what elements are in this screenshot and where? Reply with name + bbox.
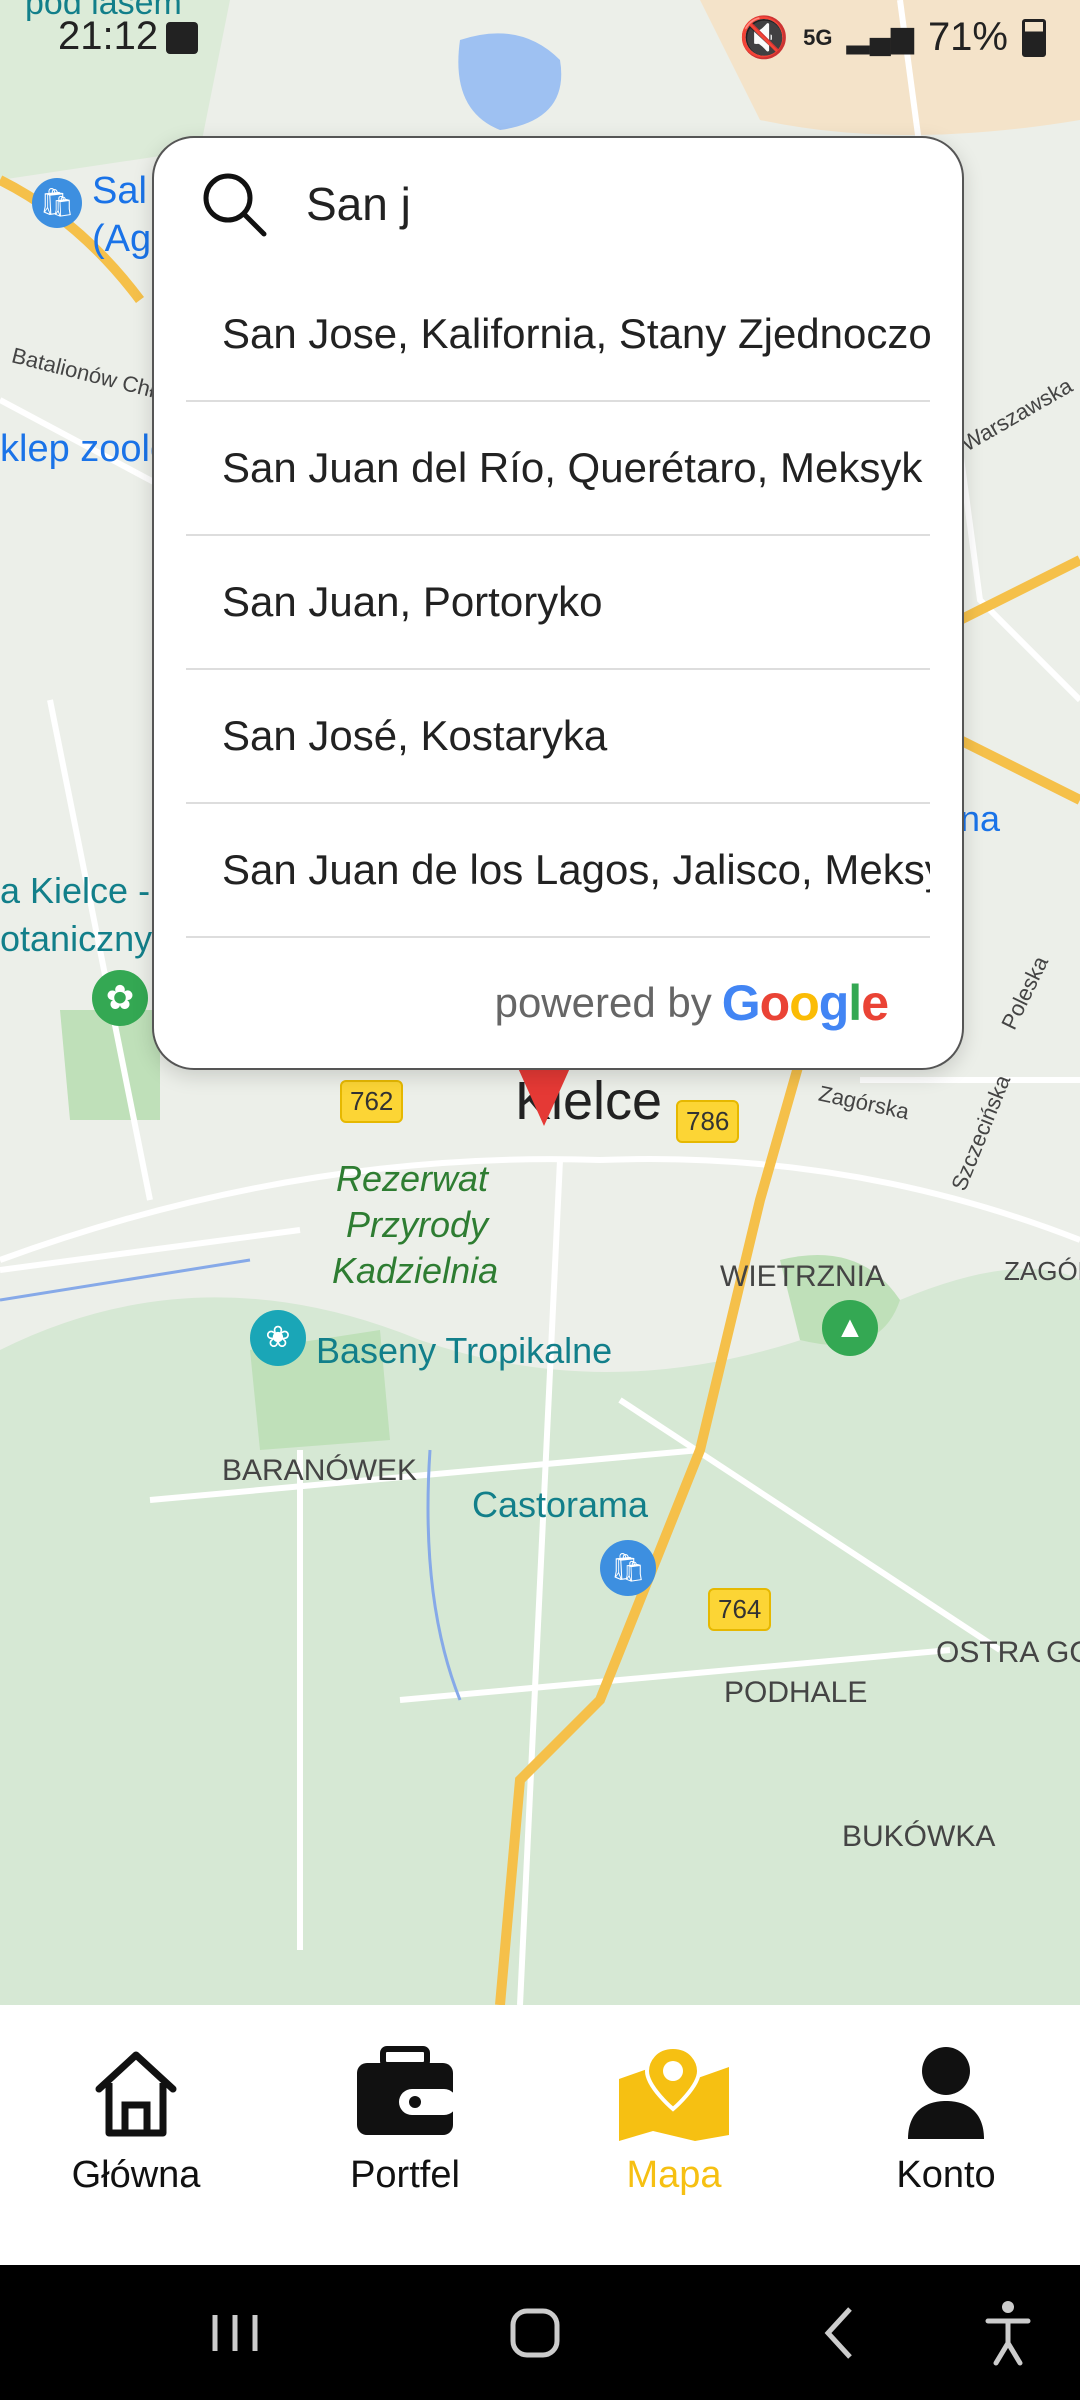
person-icon — [908, 2047, 984, 2139]
search-bar[interactable] — [154, 138, 962, 268]
result-item[interactable]: San Juan de los Lagos, Jalisco, Meksyk — [186, 804, 930, 938]
map-label-bukowka: BUKÓWKA — [842, 1820, 996, 1853]
map-label-kielce-park: a Kielce - — [0, 870, 151, 911]
botanic-pin-icon[interactable]: ✿ — [92, 970, 148, 1026]
google-logo-letter: G — [721, 975, 761, 1031]
google-logo-letter: o — [789, 975, 820, 1031]
google-logo-letter: g — [818, 975, 850, 1031]
result-item[interactable]: San Juan del Río, Querétaro, Meksyk — [186, 402, 930, 536]
nav-item-portfel[interactable]: Portfel — [305, 2045, 505, 2197]
road-shield-786: 786 — [676, 1100, 740, 1143]
gallery-icon — [166, 22, 198, 54]
map-label-zagorze: ZAGÓR — [1004, 1256, 1080, 1286]
google-logo-letter: l — [848, 975, 862, 1031]
search-icon — [203, 173, 267, 237]
powered-by-text: powered by — [494, 979, 712, 1026]
battery-percent: 71% — [927, 15, 1008, 59]
map-label-salon: Sal — [92, 170, 147, 212]
nav-item-mapa[interactable]: Mapa — [574, 2044, 774, 2197]
nav-label: Konto — [896, 2154, 996, 2196]
system-navigation-bar — [0, 2265, 1080, 2400]
back-icon[interactable] — [810, 2285, 870, 2380]
result-label: San Juan del Río, Querétaro, Meksyk — [222, 444, 923, 491]
result-item[interactable]: San Jose, Kalifornia, Stany Zjednoczone — [186, 268, 930, 402]
result-label: San Juan de los Lagos, Jalisco, Meksyk — [222, 846, 930, 893]
pool-pin-icon[interactable]: ❀ — [250, 1310, 306, 1366]
nav-label: Mapa — [626, 2154, 722, 2196]
map-label-wietrznia: WIETRZNIA — [720, 1260, 885, 1293]
result-label: San Juan, Portoryko — [222, 578, 603, 625]
mute-icon: 🔇 — [739, 16, 790, 60]
accessibility-icon[interactable] — [978, 2285, 1038, 2380]
map-pin-icon — [619, 2044, 729, 2141]
map-label-botaniczny: otaniczny — [0, 918, 153, 959]
search-input[interactable] — [304, 166, 908, 242]
result-item[interactable]: San José, Kostaryka — [186, 670, 930, 804]
status-time: 21:12 — [58, 14, 159, 58]
home-button-icon[interactable] — [505, 2285, 565, 2380]
battery-icon — [1022, 18, 1046, 57]
road-shield-762: 762 — [340, 1080, 404, 1123]
forest-pin-icon[interactable]: ▲ — [822, 1300, 878, 1356]
powered-by-google: powered by Google — [494, 974, 889, 1032]
nav-item-konto[interactable]: Konto — [846, 2045, 1046, 2197]
result-item[interactable]: San Juan, Portoryko — [186, 536, 930, 670]
location-marker-icon[interactable] — [518, 1068, 570, 1126]
status-bar: 21:12 🔇 5G ▂▄▆ 71% — [0, 0, 1080, 80]
map-label-podhale: PODHALE — [724, 1676, 868, 1709]
map-label-ostra-gora: OSTRA GO — [936, 1636, 1080, 1669]
castorama-pin-icon[interactable]: 🛍 — [600, 1540, 656, 1596]
nav-item-glowna[interactable]: Główna — [36, 2045, 236, 2197]
nav-label: Główna — [71, 2154, 201, 2196]
road-shield-764: 764 — [708, 1588, 772, 1631]
map-label-rezerwat: Rezerwat — [336, 1158, 489, 1199]
map-label-kadzielnia: Kadzielnia — [332, 1250, 499, 1291]
map-label-baseny: Baseny Tropikalne — [316, 1330, 613, 1371]
network-icon: 5G — [803, 24, 833, 50]
map-label-przyrody: Przyrody — [346, 1204, 489, 1245]
map-label-salon2: (Ag — [92, 218, 152, 260]
google-logo-letter: o — [759, 975, 791, 1031]
results-list: San Jose, Kalifornia, Stany Zjednoczone … — [154, 268, 962, 938]
signal-icon: ▂▄▆ — [846, 21, 914, 54]
recent-apps-icon[interactable] — [205, 2285, 265, 2380]
map-label-na: na — [960, 798, 1001, 839]
map-label-sklep: klep zoolo — [0, 428, 172, 470]
google-logo: Google — [721, 974, 889, 1032]
map-label-castorama: Castorama — [472, 1484, 649, 1525]
wallet-icon — [357, 2046, 457, 2135]
search-autocomplete-card: San Jose, Kalifornia, Stany Zjednoczone … — [152, 136, 964, 1070]
home-icon — [95, 2051, 177, 2137]
result-label: San José, Kostaryka — [222, 712, 608, 759]
google-logo-letter: e — [861, 975, 889, 1031]
result-label: San Jose, Kalifornia, Stany Zjednoczone — [222, 310, 930, 357]
nav-label: Portfel — [350, 2154, 460, 2196]
status-icons: 🔇 5G ▂▄▆ 71% — [739, 14, 1046, 61]
shop-pin-icon[interactable]: 🛍 — [32, 178, 82, 228]
bottom-navigation: Główna Portfel Mapa Konto — [0, 2005, 1080, 2265]
map-label-baranowek: BARANÓWEK — [222, 1454, 418, 1487]
